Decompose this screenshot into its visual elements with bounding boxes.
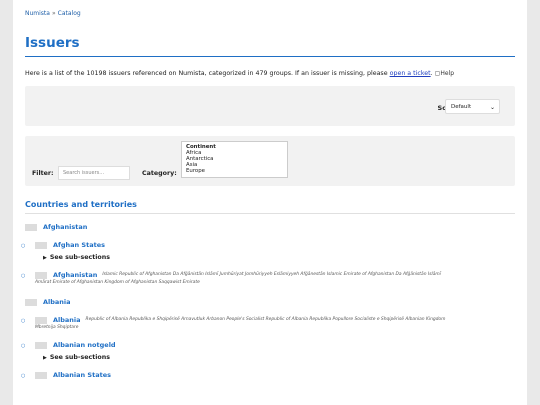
list-item: ○ Albania Republic of Albania Republika … [21, 316, 515, 331]
breadcrumb-catalog-link[interactable]: Catalog [58, 10, 81, 17]
filter-label: Filter: [32, 170, 54, 177]
bullet-icon: ○ [21, 243, 26, 249]
search-issuers-input[interactable]: Search issuers... [58, 166, 130, 180]
help-link[interactable]: ▢Help [435, 70, 454, 77]
issuer-link[interactable]: Albanian notgeld [53, 341, 116, 349]
section-title: Countries and territories [25, 200, 515, 214]
issuer-link[interactable]: Afghanistan [53, 271, 97, 279]
category-option[interactable]: Europe [186, 168, 283, 174]
subsections-toggle[interactable]: ▶ See sub-sections [43, 254, 515, 261]
bullet-icon: ○ [21, 318, 26, 324]
sort-select-value: Default [451, 104, 472, 110]
alternative-names-continued: Amārat Emirate of Afghanistan Kingdom of… [35, 280, 200, 285]
group-name[interactable]: Afghanistan [43, 223, 87, 231]
category-listbox[interactable]: Continent Africa Antarctica Asia Europe [181, 141, 288, 178]
open-ticket-link[interactable]: open a ticket [390, 70, 431, 77]
group-header-albania: Albania [25, 298, 515, 306]
breadcrumb-home-link[interactable]: Numista [25, 10, 50, 17]
flag-icon [25, 298, 37, 306]
chevron-down-icon: ⌄ [489, 104, 495, 111]
bullet-icon: ○ [21, 373, 26, 379]
flag-icon [35, 316, 47, 324]
help-label: Help [440, 70, 455, 77]
sort-select[interactable]: Default ⌄ [445, 99, 500, 114]
issuer-link[interactable]: Albanian States [53, 371, 111, 379]
filter-panel: Filter: Search issuers... Category: Cont… [25, 136, 515, 186]
bullet-icon: ○ [21, 343, 26, 349]
breadcrumb: Numista» Catalog [25, 0, 515, 17]
alternative-names: Islamic Republic of Afghanistan Da Afğān… [102, 271, 441, 277]
list-item: ○ Albanian notgeld ▶ See sub-sections [21, 341, 515, 361]
group-header-afghanistan: Afghanistan [25, 223, 515, 231]
issuer-link[interactable]: Albania [53, 316, 81, 324]
flag-icon [35, 241, 47, 249]
subsections-toggle[interactable]: ▶ See sub-sections [43, 354, 515, 361]
page: Numista» Catalog Issuers Here is a list o… [13, 0, 527, 405]
category-label: Category: [142, 170, 177, 177]
triangle-right-icon: ▶ [43, 355, 47, 361]
flag-icon [35, 341, 47, 349]
subsections-label: See sub-sections [49, 254, 110, 261]
intro-text-after: . [430, 70, 433, 77]
flag-icon [35, 371, 47, 379]
alternative-names-continued: Mbretnija Shqiptare [35, 325, 79, 330]
group-name[interactable]: Albania [43, 298, 71, 306]
triangle-right-icon: ▶ [43, 255, 47, 261]
issuer-link[interactable]: Afghan States [53, 241, 105, 249]
flag-icon [35, 271, 47, 279]
alternative-names: Republic of Albania Republika e Shqipëri… [85, 316, 446, 322]
list-item: ○ Afghanistan Islamic Republic of Afghan… [21, 271, 515, 286]
intro-text-before: Here is a list of the 10198 issuers refe… [25, 70, 390, 77]
page-title: Issuers [25, 35, 515, 57]
intro-text: Here is a list of the 10198 issuers refe… [25, 70, 515, 77]
list-item: ○ Afghan States ▶ See sub-sections [21, 241, 515, 261]
subsections-label: See sub-sections [49, 354, 110, 361]
list-item: ○ Albanian States [21, 371, 515, 379]
bullet-icon: ○ [21, 273, 26, 279]
flag-icon [25, 223, 37, 231]
sort-panel: Sort Default ⌄ [25, 86, 515, 126]
breadcrumb-separator: » [51, 10, 56, 17]
